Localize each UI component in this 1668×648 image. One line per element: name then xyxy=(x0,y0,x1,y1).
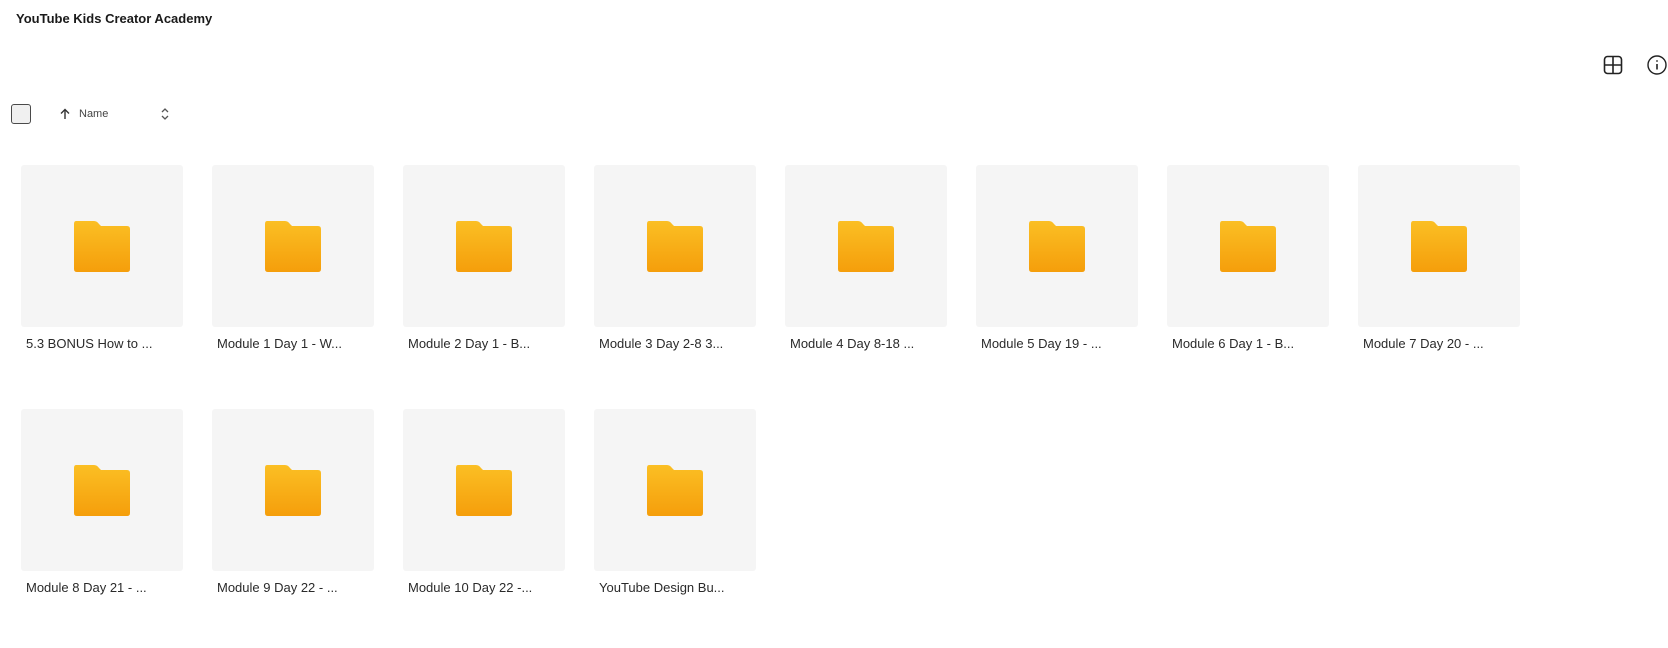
folder-grid: 5.3 BONUS How to ... Module 1 Day 1 - W.… xyxy=(21,165,1520,595)
folder-thumbnail xyxy=(1358,165,1520,327)
folder-tile[interactable]: Module 6 Day 1 - B... xyxy=(1167,165,1329,351)
folder-name: Module 4 Day 8-18 ... xyxy=(790,336,915,351)
folder-name: Module 3 Day 2-8 3... xyxy=(599,336,724,351)
folder-thumbnail xyxy=(21,409,183,571)
folder-tile[interactable]: 5.3 BONUS How to ... xyxy=(21,165,183,351)
folder-tile[interactable]: Module 10 Day 22 -... xyxy=(403,409,565,595)
folder-name: Module 5 Day 19 - ... xyxy=(981,336,1102,351)
folder-tile[interactable]: YouTube Design Bu... xyxy=(594,409,756,595)
folder-name: Module 2 Day 1 - B... xyxy=(408,336,531,351)
folder-thumbnail xyxy=(976,165,1138,327)
folder-icon xyxy=(838,221,894,272)
folder-name: Module 6 Day 1 - B... xyxy=(1172,336,1295,351)
folder-name: Module 7 Day 20 - ... xyxy=(1363,336,1484,351)
folder-tile[interactable]: Module 9 Day 22 - ... xyxy=(212,409,374,595)
file-browser: YouTube Kids Creator Academy Name 5.3 BO… xyxy=(0,0,1668,648)
chevron-up-down-icon[interactable] xyxy=(159,107,171,121)
folder-thumbnail xyxy=(403,165,565,327)
folder-icon xyxy=(647,221,703,272)
toolbar: Name xyxy=(11,104,171,124)
folder-tile[interactable]: Module 2 Day 1 - B... xyxy=(403,165,565,351)
folder-icon xyxy=(1411,221,1467,272)
info-icon[interactable] xyxy=(1646,54,1668,76)
folder-icon xyxy=(456,221,512,272)
folder-thumbnail xyxy=(1167,165,1329,327)
folder-tile[interactable]: Module 7 Day 20 - ... xyxy=(1358,165,1520,351)
folder-thumbnail xyxy=(21,165,183,327)
folder-name: Module 9 Day 22 - ... xyxy=(217,580,338,595)
folder-tile[interactable]: Module 5 Day 19 - ... xyxy=(976,165,1138,351)
folder-thumbnail xyxy=(403,409,565,571)
folder-thumbnail xyxy=(785,165,947,327)
folder-tile[interactable]: Module 3 Day 2-8 3... xyxy=(594,165,756,351)
folder-icon xyxy=(647,465,703,516)
folder-thumbnail xyxy=(594,165,756,327)
folder-name: YouTube Design Bu... xyxy=(599,580,725,595)
folder-icon xyxy=(74,465,130,516)
folder-icon xyxy=(1220,221,1276,272)
folder-icon xyxy=(456,465,512,516)
folder-name: Module 10 Day 22 -... xyxy=(408,580,533,595)
sort-control[interactable]: Name xyxy=(59,107,171,121)
select-all-checkbox[interactable] xyxy=(11,104,31,124)
arrow-up-icon xyxy=(60,108,70,119)
folder-name: Module 8 Day 21 - ... xyxy=(26,580,147,595)
folder-thumbnail xyxy=(594,409,756,571)
top-actions xyxy=(1602,54,1668,76)
folder-tile[interactable]: Module 1 Day 1 - W... xyxy=(212,165,374,351)
folder-icon xyxy=(265,465,321,516)
folder-name: Module 1 Day 1 - W... xyxy=(217,336,342,351)
folder-thumbnail xyxy=(212,409,374,571)
folder-tile[interactable]: Module 8 Day 21 - ... xyxy=(21,409,183,595)
page-title: YouTube Kids Creator Academy xyxy=(16,11,213,26)
folder-tile[interactable]: Module 4 Day 8-18 ... xyxy=(785,165,947,351)
folder-icon xyxy=(265,221,321,272)
folder-thumbnail xyxy=(212,165,374,327)
folder-name: 5.3 BONUS How to ... xyxy=(26,336,153,351)
folder-icon xyxy=(1029,221,1085,272)
folder-icon xyxy=(74,221,130,272)
sort-label: Name xyxy=(79,108,109,120)
grid-view-icon[interactable] xyxy=(1602,54,1624,76)
